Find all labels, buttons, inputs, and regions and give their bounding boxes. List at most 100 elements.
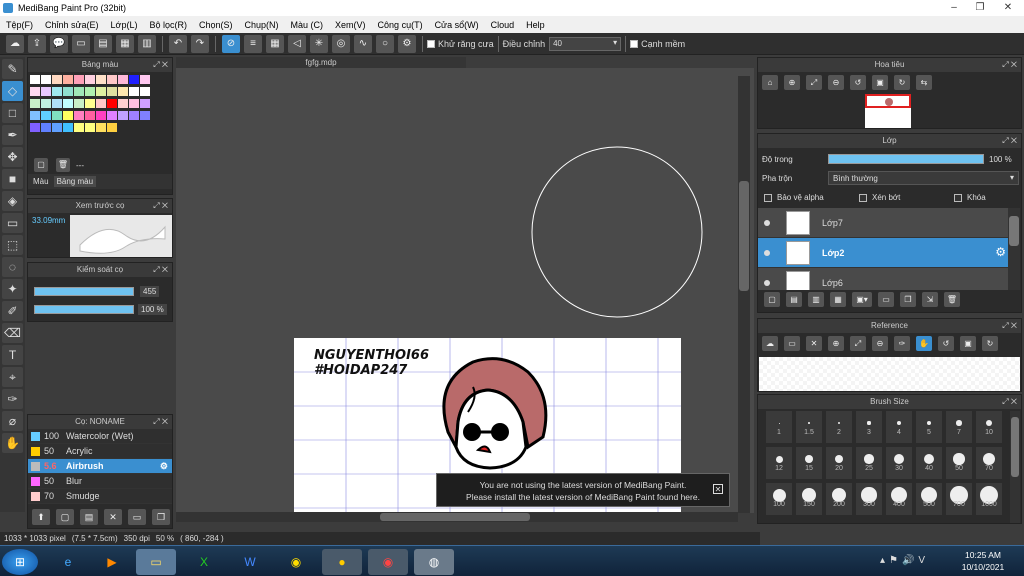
magic-wand-icon[interactable]: ✦: [2, 279, 23, 299]
antialias-checkbox[interactable]: [427, 39, 435, 48]
lock-checkbox[interactable]: [954, 193, 962, 202]
vertical-scroll-thumb[interactable]: [739, 181, 749, 291]
brush-size-option[interactable]: 70: [976, 447, 1002, 479]
expand-icon[interactable]: ⤢ ✕: [153, 415, 168, 429]
color-swatch[interactable]: [41, 123, 51, 132]
brush-size-option[interactable]: 1: [766, 411, 792, 443]
expand-icon[interactable]: ⤢ ✕: [1002, 134, 1017, 148]
color-swatch[interactable]: [140, 87, 150, 96]
zoom-in-icon[interactable]: ⊕: [828, 336, 844, 351]
brush-size-option[interactable]: 4: [886, 411, 912, 443]
menu-item-4[interactable]: Chọn(S): [193, 20, 239, 30]
alpha-protect-checkbox[interactable]: [764, 193, 772, 202]
actual-size-icon[interactable]: ▣: [960, 336, 976, 351]
color-swatch[interactable]: [74, 123, 84, 132]
color-swatch[interactable]: [74, 111, 84, 120]
brush-item[interactable]: 100 Watercolor (Wet): [28, 429, 172, 444]
layer-row-6[interactable]: Lớp6: [758, 268, 1008, 290]
color-swatch[interactable]: [107, 111, 117, 120]
color-swatch[interactable]: [85, 75, 95, 84]
page-icon[interactable]: ▥: [138, 34, 156, 53]
horizontal-scrollbar[interactable]: [176, 512, 738, 522]
copy-brush-icon[interactable]: ❐: [152, 509, 170, 525]
brush-item[interactable]: 5.6 Airbrush ⚙: [28, 459, 172, 474]
color-swatch[interactable]: [118, 75, 128, 84]
brush-size-option[interactable]: 12: [766, 447, 792, 479]
dropper-icon[interactable]: ✑: [894, 336, 910, 351]
new-layer-8bit-icon[interactable]: ▤: [786, 292, 802, 307]
reference-view[interactable]: [759, 357, 1020, 391]
grid-doc-icon[interactable]: ▦: [116, 34, 134, 53]
canvas-area[interactable]: NGUYENTHOI66 #HOIDAP247 You are not usin…: [176, 68, 754, 522]
app-icon-yellow[interactable]: ●: [322, 549, 362, 575]
eraser-tool-icon[interactable]: ◇: [2, 81, 23, 101]
color-swatch[interactable]: [63, 111, 73, 120]
tab-color[interactable]: Màu: [30, 176, 52, 187]
dot-tool-icon[interactable]: □: [2, 103, 23, 123]
color-swatch[interactable]: [140, 111, 150, 120]
folder-icon[interactable]: ▭: [878, 292, 894, 307]
color-swatch[interactable]: [63, 87, 73, 96]
brush-size-option[interactable]: 2: [826, 411, 852, 443]
color-swatch[interactable]: [129, 111, 139, 120]
color-swatch[interactable]: [30, 75, 40, 84]
color-swatch[interactable]: [85, 111, 95, 120]
fit-icon[interactable]: ⤢: [850, 336, 866, 351]
duplicate-layer-icon[interactable]: ❐: [900, 292, 916, 307]
hand-icon[interactable]: ✋: [916, 336, 932, 351]
dropper-tool-icon[interactable]: ✑: [2, 389, 23, 409]
menu-item-2[interactable]: Lớp(L): [105, 20, 144, 30]
rotate-right-icon[interactable]: ↻: [894, 75, 910, 90]
eye-icon[interactable]: [764, 280, 770, 286]
expand-icon[interactable]: ⤢ ✕: [153, 263, 168, 277]
color-swatch[interactable]: [52, 87, 62, 96]
shape-tool-icon[interactable]: ■: [2, 169, 23, 189]
brush-item[interactable]: 70 Smudge: [28, 489, 172, 504]
close-ref-icon[interactable]: ✕: [806, 336, 822, 351]
parallel-snap-icon[interactable]: ≡: [244, 34, 262, 53]
menu-item-0[interactable]: Tệp(F): [0, 20, 39, 30]
tab-palette[interactable]: Bảng màu: [53, 176, 97, 187]
layer-menu-icon[interactable]: ▣▾: [852, 292, 872, 307]
color-swatch[interactable]: [63, 75, 73, 84]
gear-icon[interactable]: ⚙: [160, 461, 168, 472]
document-icon[interactable]: ▤: [94, 34, 112, 53]
color-swatch[interactable]: [85, 123, 95, 132]
add-brush-icon[interactable]: ⬆: [32, 509, 50, 525]
expand-icon[interactable]: ⤢ ✕: [1002, 395, 1017, 409]
rotate-left-icon[interactable]: ↺: [938, 336, 954, 351]
rotate-right-icon[interactable]: ↻: [982, 336, 998, 351]
color-swatch[interactable]: [129, 75, 139, 84]
layer-opacity-slider[interactable]: [828, 154, 984, 164]
color-swatch[interactable]: [30, 99, 40, 108]
brush-tool-icon[interactable]: ✎: [2, 59, 23, 79]
eye-icon[interactable]: [764, 250, 770, 256]
delete-brush-icon[interactable]: ✕: [104, 509, 122, 525]
select-tool-icon[interactable]: ⬚: [2, 235, 23, 255]
brush-size-option[interactable]: 300: [856, 483, 882, 515]
color-swatch[interactable]: [74, 75, 84, 84]
brush-size-option[interactable]: 200: [826, 483, 852, 515]
color-swatch[interactable]: [85, 99, 95, 108]
cross-snap-icon[interactable]: ▦: [266, 34, 284, 53]
operation-tool-icon[interactable]: ⌖: [2, 367, 23, 387]
file-explorer-icon[interactable]: ▭: [136, 549, 176, 575]
undo-icon[interactable]: ↶: [169, 34, 187, 53]
rotate-left-icon[interactable]: ↺: [850, 75, 866, 90]
blend-select[interactable]: Bình thường ▾: [828, 171, 1019, 185]
merge-layer-icon[interactable]: ⇲: [922, 292, 938, 307]
color-swatch[interactable]: [52, 99, 62, 108]
new-layer-icon[interactable]: ▢: [764, 292, 780, 307]
media-player-icon[interactable]: ▶: [92, 549, 132, 575]
brush-size-option[interactable]: 50: [946, 447, 972, 479]
expand-icon[interactable]: ⤢ ✕: [1002, 319, 1017, 333]
hand-tool-icon[interactable]: ✋: [2, 433, 23, 453]
vanishing-snap-icon[interactable]: ◁: [288, 34, 306, 53]
vertical-scrollbar[interactable]: [738, 76, 750, 513]
color-swatch[interactable]: [107, 99, 117, 108]
halftone-layer-icon[interactable]: ▦: [830, 292, 846, 307]
brush-size-option[interactable]: 1.5: [796, 411, 822, 443]
fill-tool-icon[interactable]: ◈: [2, 191, 23, 211]
gear-icon[interactable]: ⚙: [995, 245, 1006, 259]
brush-size-option[interactable]: 7: [946, 411, 972, 443]
